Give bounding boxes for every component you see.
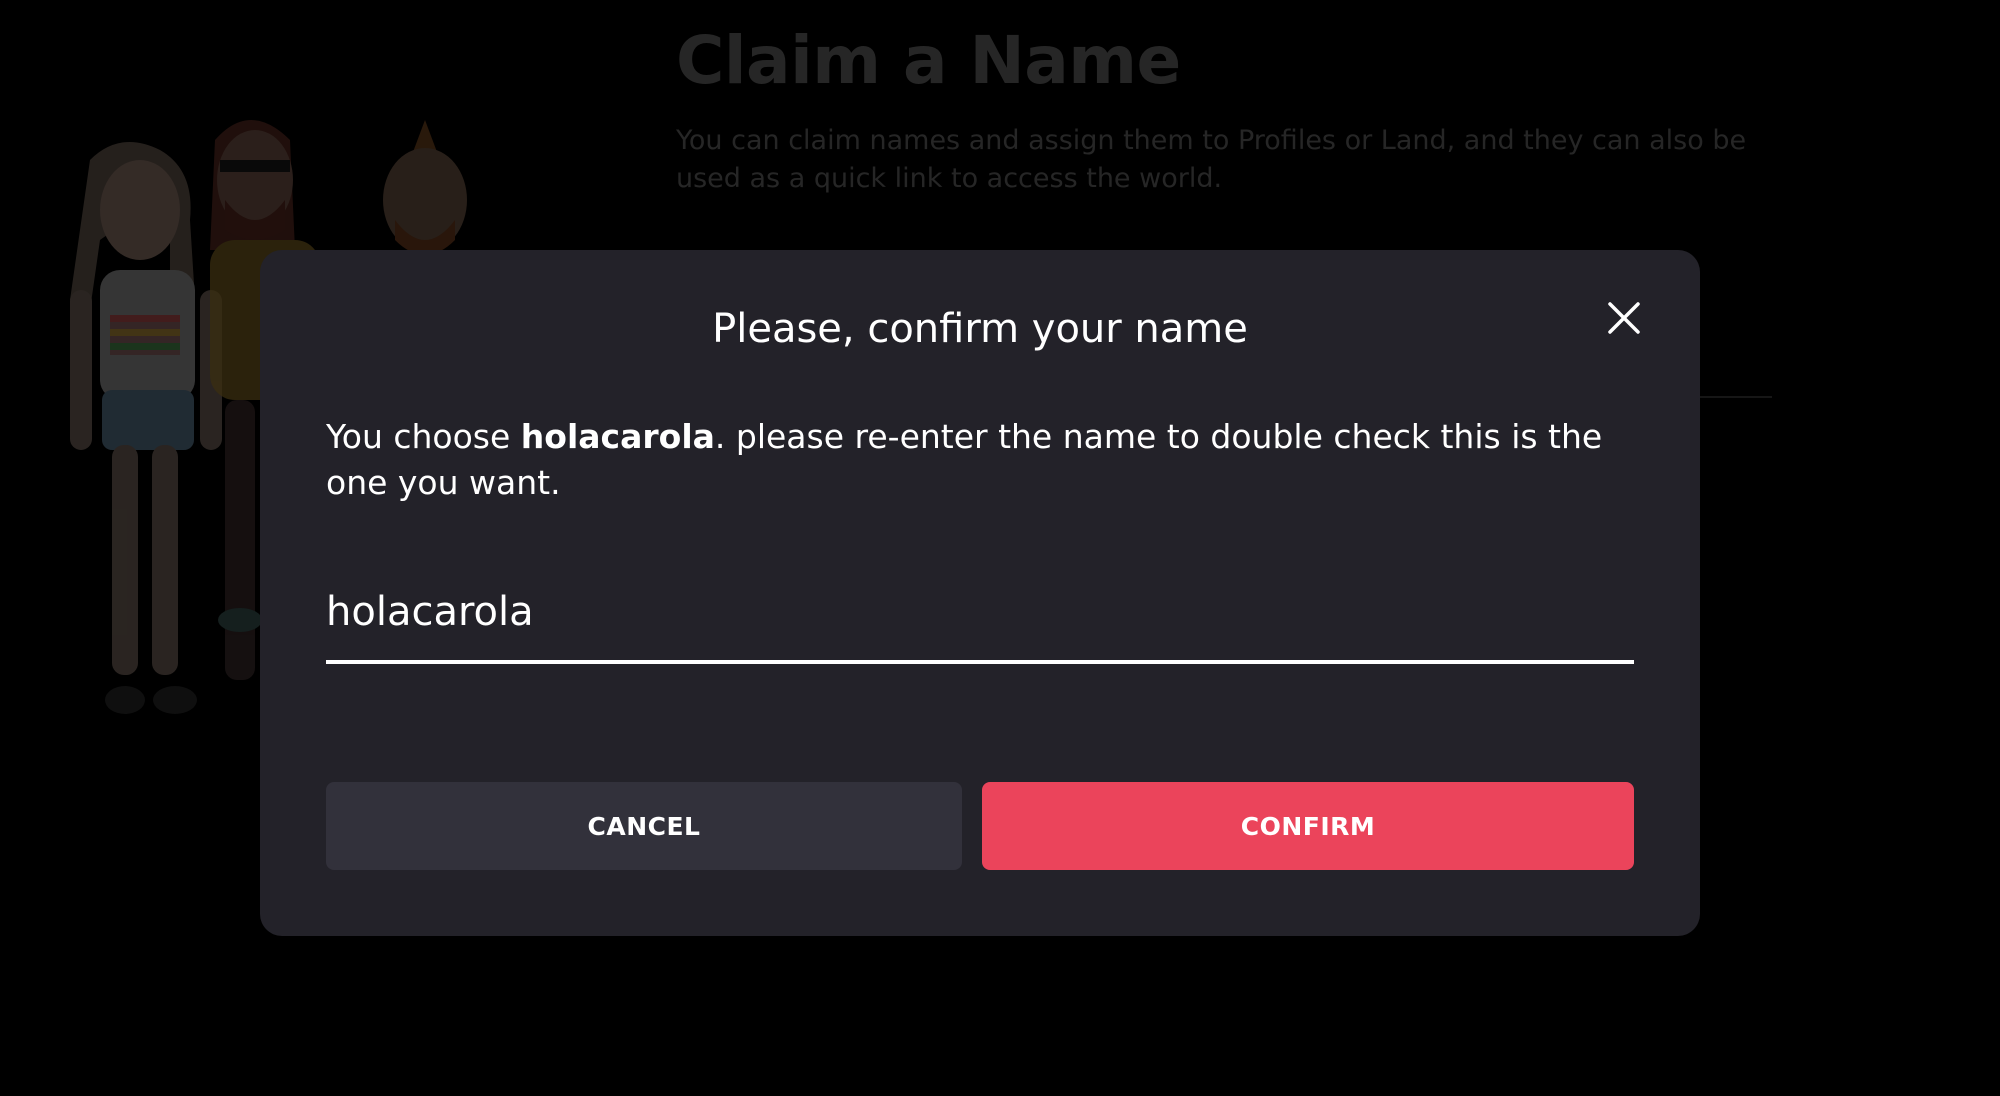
chosen-name: holacarola: [520, 417, 715, 456]
dialog-title: Please, confirm your name: [712, 306, 1248, 352]
name-input[interactable]: [326, 574, 1634, 650]
cancel-button[interactable]: CANCEL: [326, 782, 962, 870]
confirm-button[interactable]: CONFIRM: [982, 782, 1634, 870]
page-subtitle: You can claim names and assign them to P…: [676, 125, 1747, 194]
dialog-message: You choose holacarola. please re-enter t…: [326, 414, 1636, 506]
message-prefix: You choose: [326, 417, 521, 456]
close-icon: [1608, 302, 1640, 334]
close-button[interactable]: [1598, 292, 1650, 344]
claim-name-page: Claim a Name You can claim names and ass…: [0, 0, 2000, 1096]
page-title: Claim a Name: [676, 22, 1181, 99]
name-field: [326, 570, 1634, 664]
confirm-name-dialog: Please, confirm your name You choose hol…: [260, 250, 1700, 936]
